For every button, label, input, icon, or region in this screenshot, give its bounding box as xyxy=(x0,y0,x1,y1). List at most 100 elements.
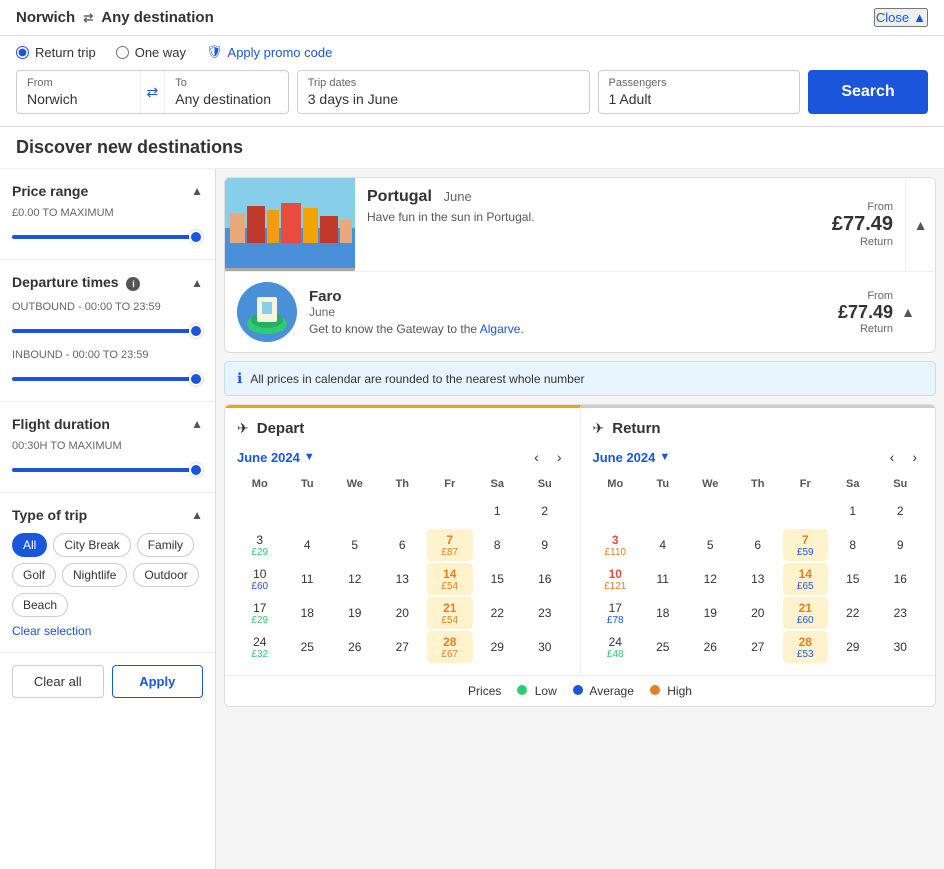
cal-day[interactable]: 11 xyxy=(285,563,331,595)
cal-day[interactable]: 30 xyxy=(878,631,924,663)
cal-day[interactable]: 7£87 xyxy=(427,529,473,561)
cal-day[interactable]: 7£59 xyxy=(783,529,829,561)
cal-day[interactable]: 8 xyxy=(475,529,521,561)
cal-day[interactable]: 10£60 xyxy=(237,563,283,595)
cal-day[interactable]: 24£48 xyxy=(593,631,639,663)
cal-day[interactable]: 19 xyxy=(688,597,734,629)
cal-day[interactable]: 5 xyxy=(332,529,378,561)
clear-selection-link[interactable]: Clear selection xyxy=(12,624,91,638)
portugal-expand-button[interactable]: ▲ xyxy=(905,178,935,271)
cal-day[interactable]: 25 xyxy=(640,631,686,663)
from-field[interactable]: From Norwich xyxy=(17,71,140,113)
depart-next-button[interactable]: › xyxy=(551,447,568,467)
cal-day[interactable]: 26 xyxy=(688,631,734,663)
cal-day[interactable]: 21£54 xyxy=(427,597,473,629)
cal-day[interactable]: 1 xyxy=(830,495,876,527)
cal-day[interactable]: 23 xyxy=(878,597,924,629)
cal-day[interactable]: 18 xyxy=(285,597,331,629)
cal-day[interactable]: 20 xyxy=(380,597,426,629)
cal-day[interactable]: 15 xyxy=(830,563,876,595)
cal-day[interactable]: 29 xyxy=(475,631,521,663)
type-of-trip-header[interactable]: Type of trip ▲ xyxy=(12,507,203,523)
cal-day[interactable]: 13 xyxy=(380,563,426,595)
cal-day[interactable]: 13 xyxy=(735,563,781,595)
cal-day[interactable]: 12 xyxy=(688,563,734,595)
route-icon: ⇄ xyxy=(83,11,93,25)
trip-tag-outdoor[interactable]: Outdoor xyxy=(133,563,198,587)
cal-day[interactable]: 17£29 xyxy=(237,597,283,629)
cal-day[interactable]: 27 xyxy=(380,631,426,663)
one-way-radio[interactable] xyxy=(116,46,129,59)
cal-day[interactable]: 16 xyxy=(878,563,924,595)
to-field[interactable]: To Any destination xyxy=(165,71,288,113)
clear-all-button[interactable]: Clear all xyxy=(12,665,104,698)
trip-tag-family[interactable]: Family xyxy=(137,533,194,557)
cal-day[interactable]: 26 xyxy=(332,631,378,663)
price-range-slider[interactable] xyxy=(12,235,203,239)
day-number: 6 xyxy=(754,538,761,552)
cal-day[interactable]: 28£53 xyxy=(783,631,829,663)
cal-day[interactable]: 21£60 xyxy=(783,597,829,629)
cal-day[interactable]: 29 xyxy=(830,631,876,663)
cal-day[interactable]: 9 xyxy=(878,529,924,561)
cal-day[interactable]: 5 xyxy=(688,529,734,561)
trip-tag-beach[interactable]: Beach xyxy=(12,593,68,617)
outbound-slider[interactable] xyxy=(12,329,203,333)
portugal-card-header[interactable]: Portugal June Have fun in the sun in Por… xyxy=(225,178,935,271)
cal-day[interactable]: 25 xyxy=(285,631,331,663)
faro-expand-button[interactable]: ▲ xyxy=(893,304,923,320)
cal-day[interactable]: 2 xyxy=(878,495,924,527)
cal-day[interactable]: 6 xyxy=(735,529,781,561)
cal-day[interactable]: 8 xyxy=(830,529,876,561)
close-button[interactable]: Close ▲ xyxy=(874,8,928,27)
return-trip-radio[interactable] xyxy=(16,46,29,59)
cal-day[interactable]: 4 xyxy=(640,529,686,561)
cal-day[interactable]: 3£29 xyxy=(237,529,283,561)
cal-day[interactable]: 22 xyxy=(830,597,876,629)
cal-day[interactable]: 10£121 xyxy=(593,563,639,595)
flight-duration-slider[interactable] xyxy=(12,468,203,472)
departure-times-header[interactable]: Departure times i ▲ xyxy=(12,274,203,291)
cal-day[interactable]: 19 xyxy=(332,597,378,629)
cal-day[interactable]: 2 xyxy=(522,495,568,527)
cal-day[interactable]: 16 xyxy=(522,563,568,595)
cal-day[interactable]: 14£54 xyxy=(427,563,473,595)
cal-day[interactable]: 17£78 xyxy=(593,597,639,629)
return-trip-option[interactable]: Return trip xyxy=(16,45,96,60)
apply-button[interactable]: Apply xyxy=(112,665,204,698)
cal-day[interactable]: 12 xyxy=(332,563,378,595)
cal-day[interactable]: 14£65 xyxy=(783,563,829,595)
trip-tag-city-break[interactable]: City Break xyxy=(53,533,130,557)
cal-day[interactable]: 23 xyxy=(522,597,568,629)
price-range-header[interactable]: Price range ▲ xyxy=(12,183,203,199)
switch-direction-button[interactable]: ⇄ xyxy=(140,71,166,113)
return-next-button[interactable]: › xyxy=(906,447,923,467)
cal-day[interactable]: 28£67 xyxy=(427,631,473,663)
cal-day[interactable]: 6 xyxy=(380,529,426,561)
trip-tag-golf[interactable]: Golf xyxy=(12,563,56,587)
cal-day[interactable]: 24£32 xyxy=(237,631,283,663)
passengers-field[interactable]: Passengers 1 Adult xyxy=(598,70,801,114)
search-button[interactable]: Search xyxy=(808,70,928,114)
cal-day[interactable]: 11 xyxy=(640,563,686,595)
inbound-slider[interactable] xyxy=(12,377,203,381)
one-way-option[interactable]: One way xyxy=(116,45,186,60)
trip-tag-nightlife[interactable]: Nightlife xyxy=(62,563,127,587)
trip-tag-all[interactable]: All xyxy=(12,533,47,557)
cal-day[interactable]: 18 xyxy=(640,597,686,629)
cal-day[interactable]: 4 xyxy=(285,529,331,561)
cal-day[interactable]: 1 xyxy=(475,495,521,527)
cal-day[interactable]: 20 xyxy=(735,597,781,629)
promo-code-link[interactable]: 🛡 Apply promo code xyxy=(206,44,332,60)
cal-day[interactable]: 3£110 xyxy=(593,529,639,561)
trip-dates-field[interactable]: Trip dates 3 days in June xyxy=(297,70,590,114)
return-prev-button[interactable]: ‹ xyxy=(884,447,901,467)
algarve-link[interactable]: Algarve xyxy=(480,322,521,336)
flight-duration-header[interactable]: Flight duration ▲ xyxy=(12,416,203,432)
depart-prev-button[interactable]: ‹ xyxy=(528,447,545,467)
cal-day[interactable]: 22 xyxy=(475,597,521,629)
cal-day[interactable]: 15 xyxy=(475,563,521,595)
cal-day[interactable]: 9 xyxy=(522,529,568,561)
cal-day[interactable]: 30 xyxy=(522,631,568,663)
cal-day[interactable]: 27 xyxy=(735,631,781,663)
